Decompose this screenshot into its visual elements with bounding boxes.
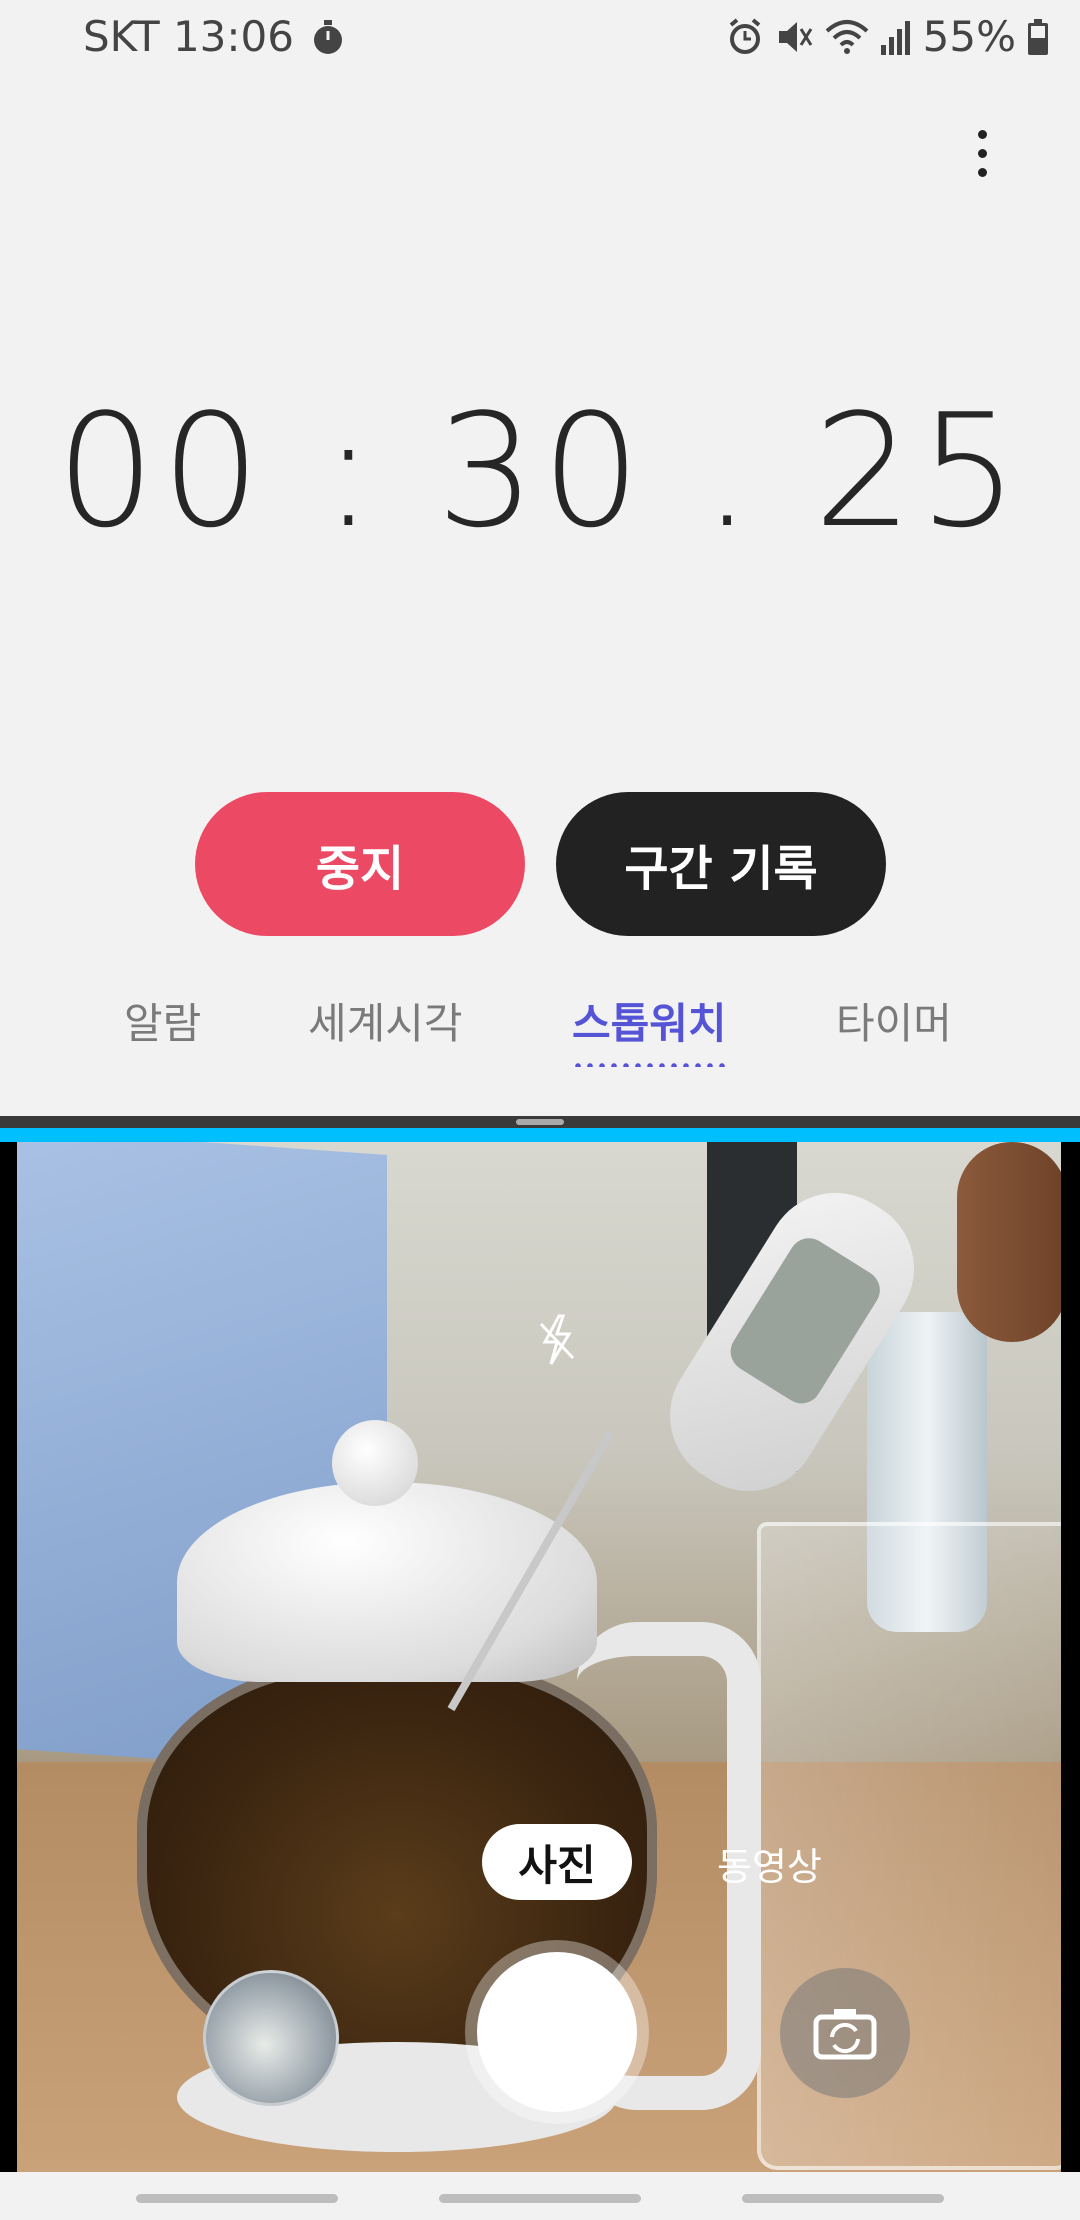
switch-camera-button[interactable] — [780, 1968, 910, 2098]
video-mode-button[interactable]: 동영상 — [717, 1836, 822, 1891]
alarm-icon — [729, 17, 760, 54]
stopwatch-time: 00 : 30 . 25 — [55, 380, 1024, 562]
mute-icon — [778, 21, 812, 52]
gallery-thumbnail[interactable] — [203, 1970, 339, 2106]
nav-back-handle[interactable] — [742, 2194, 944, 2203]
status-icons: 55% — [725, 12, 1050, 61]
tab-timer[interactable]: 타이머 — [836, 990, 952, 1051]
stopwatch-icon — [314, 20, 342, 54]
camera-viewfinder[interactable]: 사진 동영상 — [17, 1142, 1061, 2172]
battery-icon — [1028, 18, 1048, 55]
active-tab-indicator — [572, 1063, 727, 1067]
nav-recents-handle[interactable] — [136, 2194, 338, 2203]
active-window-indicator — [0, 1128, 1080, 1142]
navigation-bar — [0, 2172, 1080, 2220]
shutter-button[interactable] — [465, 1940, 649, 2124]
clock-tab-bar: 알람 세계시각 스톱워치 타이머 — [0, 990, 1080, 1070]
scene-teapot-lid — [177, 1482, 597, 1682]
status-bar: SKT 13:06 55% — [0, 0, 1080, 74]
lap-button[interactable]: 구간 기록 — [556, 792, 886, 936]
divider-handle[interactable] — [516, 1119, 564, 1125]
scene-teapot-knob — [332, 1420, 418, 1506]
tab-stopwatch-label: 스톱워치 — [572, 999, 727, 1048]
switch-camera-icon — [813, 2009, 877, 2060]
camera-app: 사진 동영상 — [0, 1142, 1080, 2172]
more-options-icon[interactable] — [968, 130, 996, 184]
carrier-time: SKT 13:06 — [83, 12, 294, 61]
signal-icon — [880, 20, 910, 55]
nav-home-handle[interactable] — [439, 2194, 641, 2203]
tab-world-clock[interactable]: 세계시각 — [308, 990, 463, 1051]
battery-percent: 55% — [922, 12, 1016, 61]
scene-finger — [957, 1142, 1061, 1342]
tab-alarm[interactable]: 알람 — [124, 990, 201, 1051]
split-screen-divider — [0, 1116, 1080, 1142]
photo-mode-button[interactable]: 사진 — [482, 1824, 632, 1900]
tab-stopwatch[interactable]: 스톱워치 — [572, 990, 727, 1067]
stop-button[interactable]: 중지 — [195, 792, 525, 936]
wifi-icon — [825, 19, 868, 54]
flash-off-icon[interactable] — [537, 1314, 577, 1366]
